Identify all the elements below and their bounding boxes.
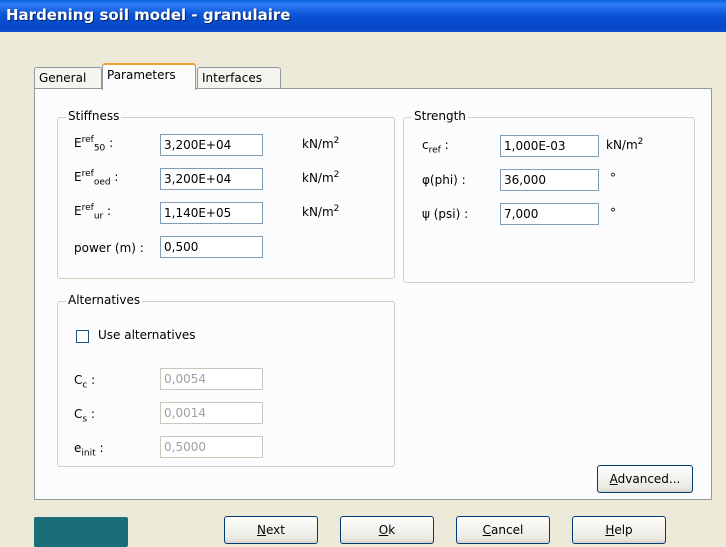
tab-general[interactable]: General bbox=[34, 67, 102, 88]
power-label: power (m) : bbox=[74, 241, 144, 255]
eoed-unit: kN/m2 bbox=[302, 170, 340, 185]
stiffness-legend: Stiffness bbox=[66, 109, 122, 123]
stiffness-group: Stiffness Eref50 : 3,200E+04 kN/m2 Erefo… bbox=[57, 109, 395, 279]
alternatives-legend: Alternatives bbox=[66, 293, 143, 307]
eoed-ref-input[interactable]: 3,200E+04 bbox=[160, 168, 263, 190]
einit-input[interactable]: 0,5000 bbox=[160, 436, 263, 458]
e50-unit: kN/m2 bbox=[302, 136, 340, 151]
cref-unit: kN/m2 bbox=[606, 137, 644, 152]
cc-input[interactable]: 0,0054 bbox=[160, 368, 263, 390]
ok-button[interactable]: Ok bbox=[340, 516, 434, 544]
phi-unit: ° bbox=[610, 171, 616, 185]
advanced-button[interactable]: Advanced... bbox=[597, 465, 693, 493]
cref-input[interactable]: 1,000E-03 bbox=[500, 135, 599, 157]
cs-label: Cs : bbox=[74, 407, 95, 425]
strength-group: Strength cref : 1,000E-03 kN/m2 φ(phi) :… bbox=[403, 109, 695, 283]
tab-parameters[interactable]: Parameters bbox=[102, 63, 196, 90]
eoed-ref-label: Erefoed : bbox=[74, 169, 119, 188]
parameters-panel: Stiffness Eref50 : 3,200E+04 kN/m2 Erefo… bbox=[34, 88, 712, 500]
dialog-window: Hardening soil model - granulaire Genera… bbox=[0, 0, 726, 547]
help-button[interactable]: Help bbox=[572, 516, 666, 544]
phi-label: φ(phi) : bbox=[422, 173, 466, 187]
strength-legend: Strength bbox=[412, 109, 468, 123]
tab-interfaces[interactable]: Interfaces bbox=[197, 67, 281, 88]
cancel-button[interactable]: Cancel bbox=[456, 516, 550, 544]
eur-ref-input[interactable]: 1,140E+05 bbox=[160, 202, 263, 224]
einit-label: einit : bbox=[74, 441, 104, 459]
title-bar[interactable]: Hardening soil model - granulaire bbox=[0, 0, 726, 32]
eur-unit: kN/m2 bbox=[302, 204, 340, 219]
e50-ref-input[interactable]: 3,200E+04 bbox=[160, 134, 263, 156]
psi-unit: ° bbox=[610, 206, 616, 220]
eur-ref-label: Erefur : bbox=[74, 203, 112, 222]
power-input[interactable]: 0,500 bbox=[160, 236, 263, 258]
psi-label: ψ (psi) : bbox=[422, 207, 469, 221]
use-alternatives-checkbox[interactable] bbox=[76, 330, 89, 343]
alternatives-group: Alternatives Use alternatives Cc : 0,005… bbox=[57, 293, 395, 467]
e50-ref-label: Eref50 : bbox=[74, 135, 114, 154]
window-title: Hardening soil model - granulaire bbox=[6, 6, 291, 24]
color-swatch-button[interactable] bbox=[34, 517, 128, 547]
cc-label: Cc : bbox=[74, 373, 96, 391]
use-alternatives-label[interactable]: Use alternatives bbox=[98, 328, 195, 342]
cref-label: cref : bbox=[422, 138, 449, 156]
next-button[interactable]: Next bbox=[224, 516, 318, 544]
psi-input[interactable]: 7,000 bbox=[500, 203, 599, 225]
cs-input[interactable]: 0,0014 bbox=[160, 402, 263, 424]
phi-input[interactable]: 36,000 bbox=[500, 169, 599, 191]
